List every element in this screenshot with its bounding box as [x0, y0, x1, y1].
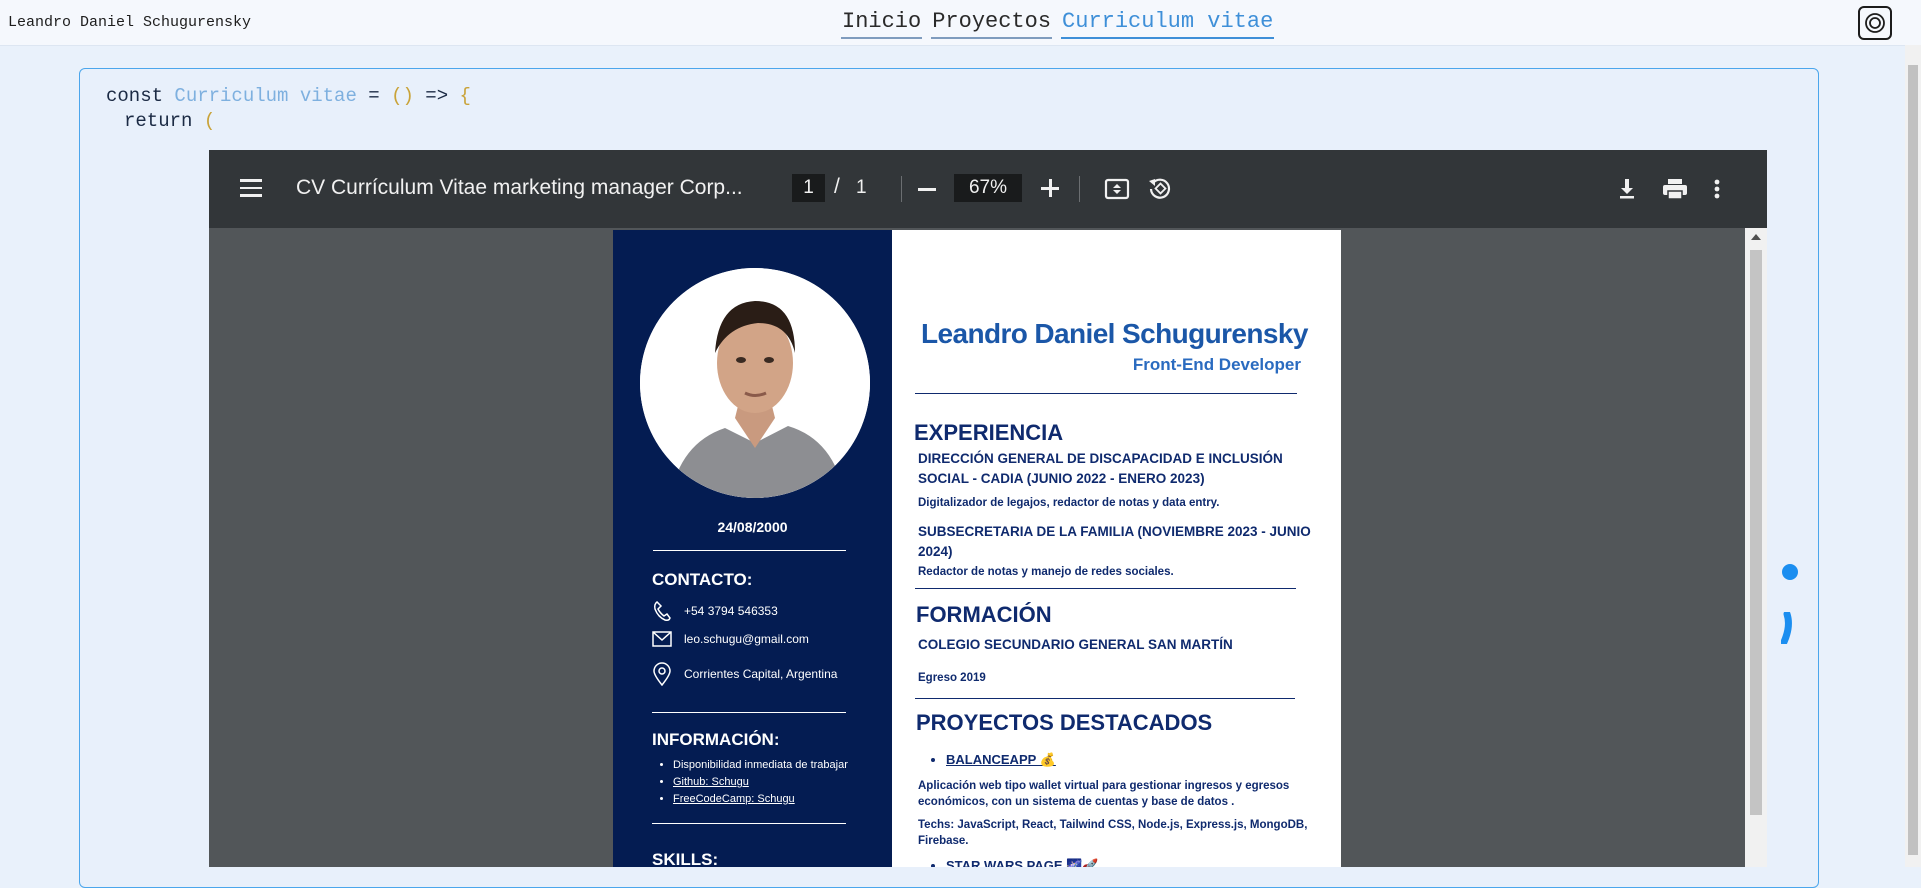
freecodecamp-link[interactable]: FreeCodeCamp: Schugu	[673, 791, 848, 808]
graduation-year: Egreso 2019	[918, 672, 986, 684]
divider	[653, 550, 846, 551]
more-options-icon[interactable]	[1711, 176, 1723, 202]
code-return: return	[124, 110, 193, 132]
projects-list: BALANCEAPP 💰	[928, 752, 1056, 768]
cv-role: Front-End Developer	[1132, 355, 1301, 374]
job-description: Digitalizador de legajos, redactor de no…	[918, 497, 1220, 509]
cv-sidebar: 24/08/2000 CONTACTO: +54 3794 546353 leo…	[613, 230, 892, 867]
github-link[interactable]: Github: Schugu	[673, 774, 848, 791]
code-arrow: =>	[425, 85, 449, 107]
skills-heading: SKILLS:	[652, 850, 719, 867]
divider	[652, 823, 846, 824]
print-icon[interactable]	[1661, 176, 1689, 202]
page-number-input[interactable]: 1	[792, 174, 825, 202]
projects-list-more: STAR WARS PAGE 🌌🚀	[928, 858, 1099, 867]
school-name: COLEGIO SECUNDARIO GENERAL SAN MARTÍN	[918, 637, 1233, 652]
pdf-scroll-thumb[interactable]	[1750, 250, 1762, 815]
project-link-balanceapp[interactable]: BALANCEAPP 💰	[946, 752, 1056, 768]
nav-proyectos[interactable]: Proyectos	[931, 8, 1053, 39]
contact-email: leo.schugu@gmail.com	[652, 631, 809, 647]
projects-heading: PROYECTOS DESTACADOS	[916, 710, 1213, 735]
divider	[915, 698, 1295, 699]
code-keyword: const	[106, 85, 164, 107]
divider	[915, 393, 1297, 394]
theme-toggle-button[interactable]	[1858, 6, 1892, 40]
pdf-toolbar: CV Currículum Vitae marketing manager Co…	[209, 150, 1767, 228]
contact-phone: +54 3794 546353	[652, 600, 778, 622]
phone-text: +54 3794 546353	[684, 604, 778, 618]
page-separator: /	[834, 175, 840, 198]
pdf-title: CV Currículum Vitae marketing manager Co…	[296, 176, 743, 199]
contact-location: Corrientes Capital, Argentina	[652, 662, 837, 686]
info-item: Disponibilidad inmediata de trabajar	[673, 757, 848, 774]
pdf-viewer: CV Currículum Vitae marketing manager Co…	[209, 150, 1767, 867]
code-component-name: Curriculum vitae	[174, 85, 357, 107]
divider	[915, 588, 1296, 589]
email-text: leo.schugu@gmail.com	[684, 632, 809, 646]
location-text: Corrientes Capital, Argentina	[684, 667, 838, 681]
closing-dot	[1782, 564, 1798, 580]
sun-icon	[1865, 13, 1885, 33]
profile-photo	[640, 268, 870, 498]
cv-name: Leandro Daniel Schugurensky	[921, 318, 1308, 349]
mail-icon	[652, 631, 672, 647]
pdf-scrollbar[interactable]	[1745, 228, 1767, 867]
site-owner-name: Leandro Daniel Schugurensky	[8, 14, 252, 31]
nav-inicio[interactable]: Inicio	[841, 8, 923, 39]
code-line-return: return (	[124, 110, 215, 132]
menu-icon[interactable]	[240, 179, 262, 197]
top-bar: Leandro Daniel Schugurensky Inicio Proye…	[0, 0, 1921, 46]
code-assign: =	[368, 85, 380, 107]
job-description: Redactor de notas y manejo de redes soci…	[918, 566, 1174, 578]
rotate-icon[interactable]	[1147, 176, 1173, 202]
page-scrollbar[interactable]	[1905, 45, 1921, 867]
divider	[652, 712, 846, 713]
fit-page-icon[interactable]	[1104, 176, 1130, 202]
main-nav: Inicio Proyectos Curriculum vitae	[841, 8, 1275, 39]
pdf-page: 24/08/2000 CONTACTO: +54 3794 546353 leo…	[613, 230, 1341, 867]
location-pin-icon	[653, 662, 671, 686]
education-heading: FORMACIÓN	[916, 602, 1052, 627]
info-heading: INFORMACIÓN:	[652, 730, 780, 749]
code-line-declaration: const Curriculum vitae = () => {	[106, 85, 471, 107]
zoom-out-icon[interactable]	[918, 188, 936, 191]
info-list: Disponibilidad inmediata de trabajar Git…	[661, 757, 848, 808]
page-scroll-thumb[interactable]	[1908, 65, 1918, 855]
project-techs: Techs: JavaScript, React, Tailwind CSS, …	[918, 819, 1308, 847]
zoom-in-icon[interactable]	[1041, 179, 1059, 197]
closing-paren-tail	[1781, 612, 1792, 644]
contact-heading: CONTACTO:	[652, 570, 753, 589]
code-brace: {	[459, 85, 471, 107]
job-title: SUBSECRETARIA DE LA FAMILIA (NOVIEMBRE 2…	[918, 524, 1311, 559]
project-description: Aplicación web tipo wallet virtual para …	[918, 780, 1290, 808]
toolbar-divider	[901, 176, 902, 202]
experience-heading: EXPERIENCIA	[914, 420, 1064, 445]
phone-icon	[654, 601, 671, 621]
code-open-paren: (	[203, 110, 216, 132]
download-icon[interactable]	[1614, 176, 1640, 202]
code-parens: ()	[391, 85, 414, 107]
job-title: DIRECCIÓN GENERAL DE DISCAPACIDAD E INCL…	[918, 451, 1283, 486]
page-total: 1	[856, 177, 867, 198]
nav-curriculum[interactable]: Curriculum vitae	[1061, 8, 1275, 39]
scroll-up-arrow[interactable]	[1751, 234, 1761, 240]
cv-main-column: Leandro Daniel Schugurensky Front-End De…	[892, 230, 1341, 867]
project-link-starwars[interactable]: STAR WARS PAGE 🌌🚀	[946, 858, 1099, 867]
toolbar-divider	[1079, 176, 1080, 202]
date-of-birth: 24/08/2000	[717, 519, 788, 535]
zoom-level-input[interactable]: 67%	[954, 174, 1022, 202]
